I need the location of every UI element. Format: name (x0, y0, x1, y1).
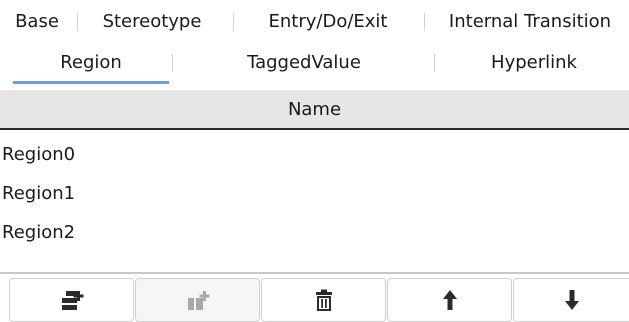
tab-bar-row-2: Region TaggedValue Hyperlink (0, 45, 629, 79)
move-up-icon (442, 289, 458, 311)
tab-separator (77, 13, 78, 31)
list-item[interactable]: Region0 (0, 135, 629, 174)
move-down-icon (564, 289, 580, 311)
tab-separator (424, 13, 425, 31)
tab-stereotype[interactable]: Stereotype (88, 4, 216, 38)
add-icon (60, 289, 84, 311)
list-item[interactable]: Region1 (0, 174, 629, 213)
tab-bar-row-1: Base Stereotype Entry/Do/Exit Internal T… (0, 4, 629, 38)
tab-separator (233, 13, 234, 31)
add-child-button[interactable] (135, 278, 260, 322)
tab-internal-transition[interactable]: Internal Transition (433, 4, 627, 38)
list-item[interactable]: Region2 (0, 213, 629, 252)
tab-entry-do-exit[interactable]: Entry/Do/Exit (246, 4, 410, 38)
region-list: Region0 Region1 Region2 (0, 130, 629, 272)
delete-button[interactable] (261, 278, 386, 322)
tab-hyperlink[interactable]: Hyperlink (444, 45, 624, 79)
list-toolbar (0, 278, 629, 322)
tab-separator (172, 54, 173, 72)
column-header-name[interactable]: Name (0, 90, 629, 128)
tab-taggedvalue[interactable]: TaggedValue (182, 45, 426, 79)
add-button[interactable] (9, 278, 134, 322)
move-up-button[interactable] (387, 278, 512, 322)
active-tab-indicator (13, 81, 169, 84)
tab-base[interactable]: Base (12, 4, 62, 38)
list-bottom-divider (0, 272, 629, 274)
tab-separator (434, 54, 435, 72)
tab-region[interactable]: Region (13, 45, 169, 79)
delete-icon (314, 289, 334, 311)
move-down-button[interactable] (513, 278, 629, 322)
add-child-icon (186, 289, 210, 311)
